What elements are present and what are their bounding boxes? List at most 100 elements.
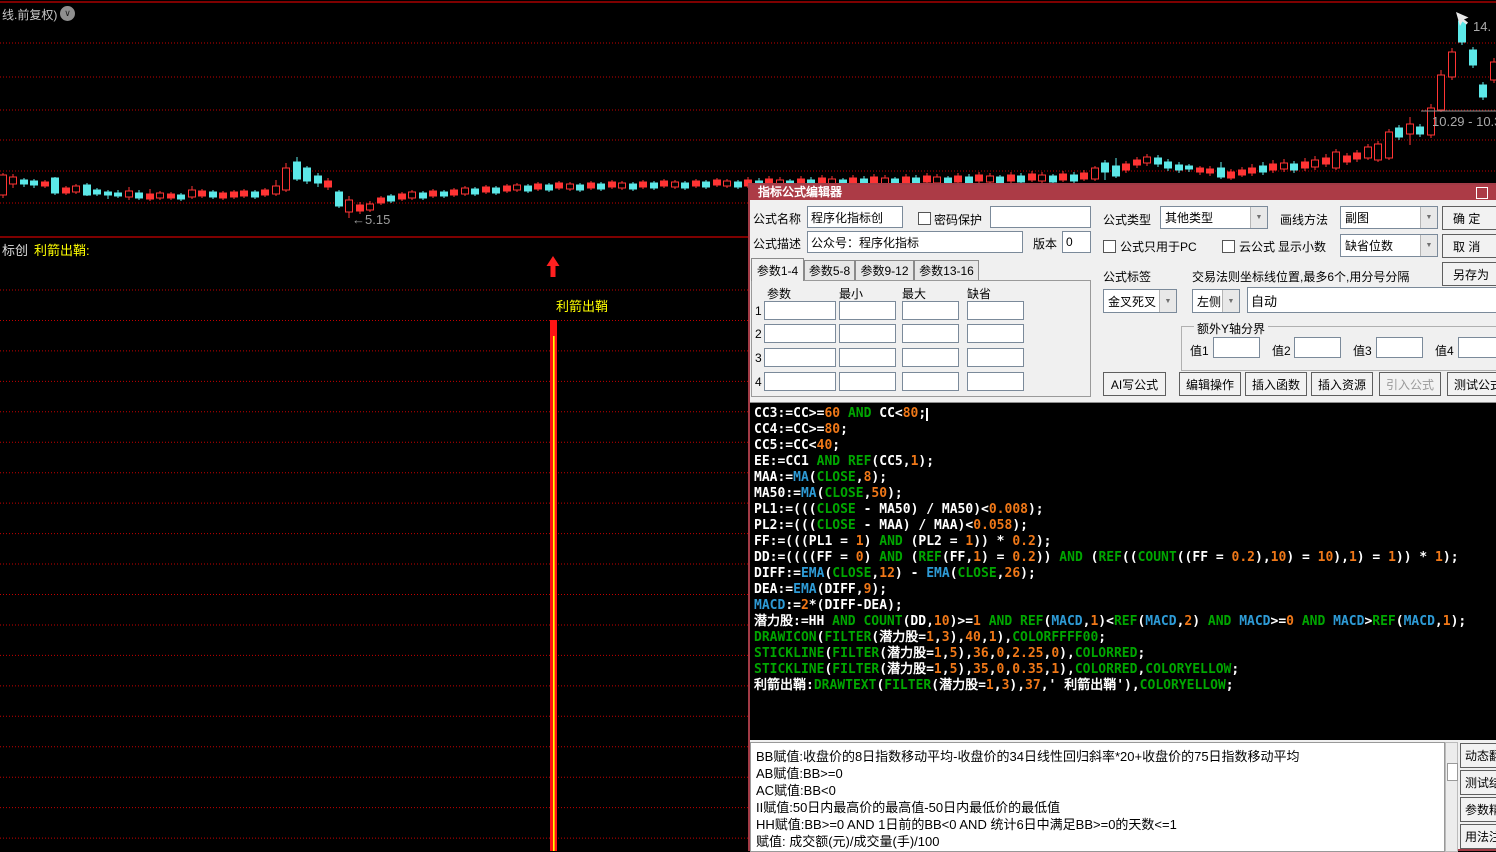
cancel-button[interactable]: 取 消 xyxy=(1442,234,1496,258)
version-input[interactable] xyxy=(1062,231,1091,253)
code-line[interactable]: MACD:=2*(DIFF-DEA); xyxy=(754,598,1496,614)
up-arrow-icon xyxy=(547,256,560,277)
tab-params-1[interactable]: 参数1-4 xyxy=(751,258,804,281)
code-line[interactable]: PL2:=(((CLOSE - MAA) / MAA)<0.058); xyxy=(754,518,1496,534)
translation-scrollbar[interactable] xyxy=(1445,742,1458,852)
insert-resource-button[interactable]: 插入资源 xyxy=(1311,372,1373,396)
param-wizard-button[interactable]: 参数精灵 xyxy=(1460,797,1496,822)
param-input-r1c4[interactable] xyxy=(967,301,1024,320)
candle-body xyxy=(178,195,185,199)
dynamic-translate-button[interactable]: 动态翻译 xyxy=(1460,743,1496,768)
password-input[interactable] xyxy=(990,206,1091,228)
param-input-r2c4[interactable] xyxy=(967,324,1024,343)
code-line[interactable]: DRAWICON(FILTER(潜力股=1,3),40,1),COLORFFFF… xyxy=(754,630,1496,646)
candle-body xyxy=(441,192,448,196)
candle-body xyxy=(1144,157,1151,163)
candle-body xyxy=(672,182,679,187)
formula-type-select[interactable]: 其他类型 ▼ xyxy=(1160,206,1268,229)
test-formula-button[interactable]: 测试公式 xyxy=(1447,372,1496,396)
param-input-r1c1[interactable] xyxy=(764,301,836,320)
test-result-button[interactable]: 测试结果 xyxy=(1460,770,1496,795)
param-input-r4c3[interactable] xyxy=(902,372,959,391)
tab-params-4[interactable]: 参数13-16 xyxy=(914,260,979,281)
formula-name-input[interactable] xyxy=(807,206,903,228)
candle-body xyxy=(1249,168,1256,173)
pc-only-checkbox[interactable] xyxy=(1103,240,1116,253)
code-line[interactable]: CC5:=CC<40; xyxy=(754,438,1496,454)
param-input-r2c1[interactable] xyxy=(764,324,836,343)
save-as-button[interactable]: 另存为 xyxy=(1442,262,1496,286)
formula-desc-input[interactable] xyxy=(807,231,1023,253)
usage-note-button[interactable]: 用法注释 xyxy=(1460,824,1496,849)
param-input-r4c4[interactable] xyxy=(967,372,1024,391)
chevron-down-circle-icon[interactable]: ∨ xyxy=(60,6,75,21)
candle-body xyxy=(304,168,311,181)
chevron-down-icon[interactable]: ▼ xyxy=(1159,290,1176,312)
scrollbar-thumb[interactable] xyxy=(1447,763,1458,781)
code-line[interactable]: 潜力股:=HH AND COUNT(DD,10)>=1 AND REF(MACD… xyxy=(754,614,1496,630)
code-line[interactable]: FF:=(((PL1 = 1) AND (PL2 = 1)) * 0.2); xyxy=(754,534,1496,550)
param-input-r3c3[interactable] xyxy=(902,348,959,367)
extra-y-input-2[interactable] xyxy=(1294,337,1341,358)
code-line[interactable]: CC3:=CC>=60 AND CC<80; xyxy=(754,406,1496,422)
param-input-r2c2[interactable] xyxy=(839,324,896,343)
candle-body xyxy=(1050,176,1057,182)
code-line[interactable]: MA50:=MA(CLOSE,50); xyxy=(754,486,1496,502)
code-line[interactable]: PL1:=(((CLOSE - MA50) / MA50)<0.008); xyxy=(754,502,1496,518)
formula-code-editor[interactable]: CC3:=CC>=60 AND CC<80;CC4:=CC>=80;CC5:=C… xyxy=(750,402,1496,740)
import-formula-button[interactable]: 引入公式 xyxy=(1379,372,1441,396)
code-line[interactable]: CC4:=CC>=80; xyxy=(754,422,1496,438)
candle-body xyxy=(682,183,689,188)
param-input-r2c3[interactable] xyxy=(902,324,959,343)
extra-y-input-4[interactable] xyxy=(1458,337,1496,358)
trade-rule-label: 交易法则 xyxy=(1192,268,1240,285)
candle-body xyxy=(1113,166,1120,176)
edit-ops-button[interactable]: 编辑操作 xyxy=(1179,372,1241,396)
code-line[interactable]: DEA:=EMA(DIFF,9); xyxy=(754,582,1496,598)
code-line[interactable]: DD:=((((FF = 0) AND (REF(FF,1) = 0.2)) A… xyxy=(754,550,1496,566)
param-input-r4c2[interactable] xyxy=(839,372,896,391)
param-input-r3c2[interactable] xyxy=(839,348,896,367)
code-line[interactable]: STICKLINE(FILTER(潜力股=1,5),35,0,0.35,1),C… xyxy=(754,662,1496,678)
text-caret xyxy=(926,408,928,421)
trade-rule-select[interactable]: 左侧 ▼ xyxy=(1192,289,1240,313)
param-col-header: 最小 xyxy=(839,285,863,302)
draw-method-select[interactable]: 副图 ▼ xyxy=(1340,206,1438,229)
tab-params-2[interactable]: 参数5-8 xyxy=(804,260,855,281)
param-input-r1c2[interactable] xyxy=(839,301,896,320)
extra-y-input-1[interactable] xyxy=(1213,337,1260,358)
insert-function-button[interactable]: 插入函数 xyxy=(1245,372,1307,396)
close-icon[interactable] xyxy=(1476,187,1488,199)
ai-write-button[interactable]: AI写公式 xyxy=(1103,372,1166,396)
cloud-formula-checkbox[interactable] xyxy=(1222,240,1235,253)
coord-line-input[interactable] xyxy=(1247,287,1496,313)
code-line[interactable]: DIFF:=EMA(CLOSE,12) - EMA(CLOSE,26); xyxy=(754,566,1496,582)
password-protect-checkbox[interactable] xyxy=(918,212,931,225)
param-input-r3c4[interactable] xyxy=(967,348,1024,367)
dialog-titlebar[interactable]: 指标公式编辑器 xyxy=(750,185,1496,200)
decimal-select[interactable]: 缺省位数 ▼ xyxy=(1340,234,1438,257)
candle-body xyxy=(1270,164,1277,170)
param-input-r4c1[interactable] xyxy=(764,372,836,391)
chevron-down-icon[interactable]: ▼ xyxy=(1420,235,1437,256)
code-line[interactable]: 利箭出鞘:DRAWTEXT(FILTER(潜力股=1,3),37,' 利箭出鞘'… xyxy=(754,678,1496,694)
tab-params-3[interactable]: 参数9-12 xyxy=(855,260,914,281)
code-line[interactable]: STICKLINE(FILTER(潜力股=1,5),36,0,2.25,0),C… xyxy=(754,646,1496,662)
candle-body xyxy=(399,194,406,199)
code-line[interactable]: EE:=CC1 AND REF(CC5,1); xyxy=(754,454,1496,470)
chevron-down-icon[interactable]: ▼ xyxy=(1250,207,1267,228)
chevron-down-icon[interactable]: ▼ xyxy=(1420,207,1437,228)
param-input-r1c3[interactable] xyxy=(902,301,959,320)
code-line[interactable]: MAA:=MA(CLOSE,8); xyxy=(754,470,1496,486)
dialog-title: 指标公式编辑器 xyxy=(758,185,842,199)
param-input-r3c1[interactable] xyxy=(764,348,836,367)
candle-body xyxy=(1375,144,1382,160)
candle-body xyxy=(483,187,490,192)
ok-button[interactable]: 确 定 xyxy=(1442,206,1496,230)
chevron-down-icon[interactable]: ▼ xyxy=(1222,290,1239,312)
candle-body xyxy=(1291,164,1298,170)
candle-body xyxy=(157,193,164,198)
candle-body xyxy=(693,181,700,186)
formula-tag-select[interactable]: 金叉死叉 ▼ xyxy=(1103,289,1177,313)
extra-y-input-3[interactable] xyxy=(1376,337,1423,358)
